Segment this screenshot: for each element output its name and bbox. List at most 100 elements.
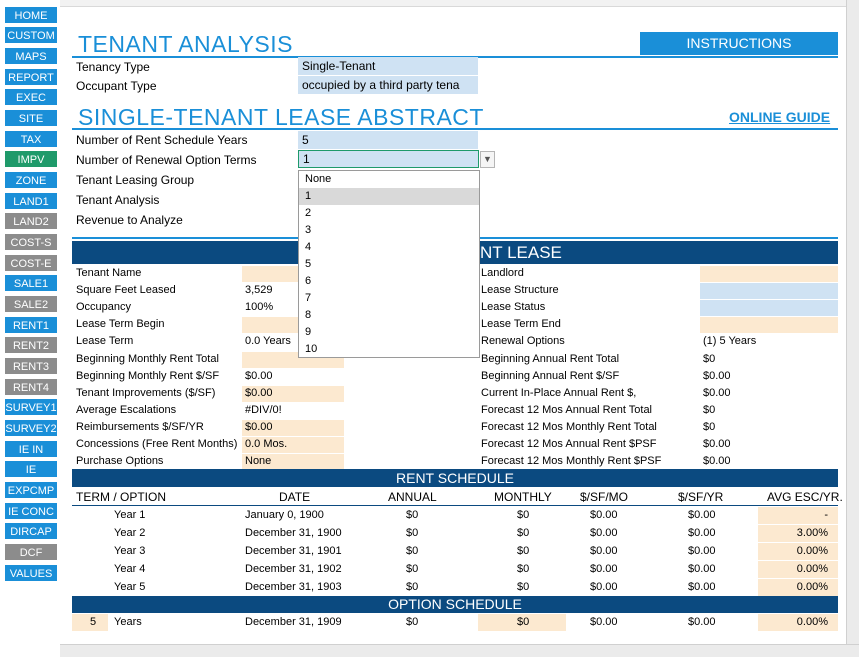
renewal-terms-select[interactable]: 1 — [298, 150, 479, 168]
field-label: Occupancy — [76, 301, 132, 314]
field-label: Lease Term End — [481, 318, 561, 331]
dropdown-option-8[interactable]: 8 — [299, 307, 479, 324]
field-label: Forecast 12 Mos Annual Rent $PSF — [481, 438, 657, 450]
input-cell-r2[interactable] — [700, 300, 838, 317]
input-cell-r0[interactable] — [700, 266, 838, 282]
nav-zone-button[interactable]: ZONE — [4, 171, 58, 189]
option-label: Years — [114, 616, 142, 628]
nav-tax-button[interactable]: TAX — [4, 130, 58, 148]
row-sf-mo: $0.00 — [590, 527, 618, 540]
field-value: $0.00 — [703, 438, 731, 450]
row-label: Year 3 — [114, 545, 146, 558]
field-label: Renewal Options — [481, 335, 565, 348]
nav-exec-button[interactable]: EXEC — [4, 88, 58, 106]
nav-land2-button[interactable]: LAND2 — [4, 212, 58, 230]
dropdown-option-1[interactable]: 1 — [299, 188, 479, 205]
nav-expcmp-button[interactable]: EXPCMP — [4, 481, 58, 499]
field-value: $0.00 — [245, 420, 273, 433]
revenue-label: Revenue to Analyze — [76, 213, 183, 227]
input-cell-r1[interactable] — [700, 283, 838, 300]
nav-sale1-button[interactable]: SALE1 — [4, 274, 58, 292]
row-date: December 31, 1900 — [245, 527, 342, 540]
nav-rent2-button[interactable]: RENT2 — [4, 336, 58, 354]
nav-home-button[interactable]: HOME — [4, 6, 58, 24]
row-date: December 31, 1903 — [245, 581, 342, 594]
option-annual: $0 — [406, 616, 419, 628]
dropdown-option-none[interactable]: None — [299, 171, 479, 188]
nav-survey1-button[interactable]: SURVEY1 — [4, 398, 58, 416]
chevron-down-icon[interactable]: ▼ — [480, 151, 495, 168]
rent-years-cell[interactable] — [298, 131, 478, 149]
field-label: Purchase Options — [76, 455, 164, 468]
column-header-strip — [60, 0, 859, 7]
row-sf-mo: $0.00 — [590, 581, 618, 594]
row-monthly: $0 — [517, 563, 530, 576]
nav-site-button[interactable]: SITE — [4, 109, 58, 127]
dropdown-option-9[interactable]: 9 — [299, 324, 479, 341]
nav-impv-button[interactable]: IMPV — [4, 150, 58, 168]
field-value: (1) 5 Years — [703, 335, 757, 348]
nav-report-button[interactable]: REPORT — [4, 68, 58, 86]
field-label: Reimbursements $/SF/YR — [76, 420, 204, 433]
row-sf-mo: $0.00 — [590, 509, 618, 521]
row-annual: $0 — [406, 563, 419, 576]
row-date: December 31, 1902 — [245, 563, 342, 576]
dropdown-option-10[interactable]: 10 — [299, 341, 479, 358]
row-monthly: $0 — [517, 581, 530, 594]
dropdown-option-4[interactable]: 4 — [299, 239, 479, 256]
row-label: Year 4 — [114, 563, 146, 576]
field-label: Tenant Improvements ($/SF) — [76, 386, 216, 399]
field-label: Lease Term Begin — [76, 318, 165, 331]
nav-ie-button[interactable]: IE — [4, 460, 58, 478]
rent-years-value: 5 — [302, 133, 309, 147]
field-label: Beginning Annual Rent Total — [481, 352, 620, 365]
dropdown-option-2[interactable]: 2 — [299, 205, 479, 222]
nav-sale2-button[interactable]: SALE2 — [4, 295, 58, 313]
dropdown-option-3[interactable]: 3 — [299, 222, 479, 239]
nav-survey2-button[interactable]: SURVEY2 — [4, 419, 58, 437]
column-header: TERM / OPTION — [76, 490, 166, 504]
field-value: $0.00 — [703, 455, 731, 468]
row-annual: $0 — [406, 581, 419, 594]
occupant-type-label: Occupant Type — [76, 79, 157, 93]
row-label: Year 2 — [114, 527, 146, 540]
dropdown-option-7[interactable]: 7 — [299, 290, 479, 307]
row-annual: $0 — [406, 509, 419, 521]
row-label: Year 1 — [114, 509, 146, 521]
row-label: Year 5 — [114, 581, 146, 594]
nav-rent1-button[interactable]: RENT1 — [4, 316, 58, 334]
table-row: Year 3 December 31, 1901 $0 $0 $0.00 $0.00 0.0… — [0, 543, 859, 560]
field-value: $0 — [703, 403, 716, 416]
field-label: Lease Status — [481, 301, 546, 314]
option-term: 5 — [90, 616, 97, 628]
row-annual: $0 — [406, 545, 419, 558]
occupant-type-value: occupied by a third party tena — [302, 78, 460, 92]
row-sf-mo: $0.00 — [590, 545, 618, 558]
lease-band-text: NT LEASE — [480, 243, 562, 262]
nav-custom-button[interactable]: CUSTOM — [4, 26, 58, 44]
horizontal-scrollbar[interactable] — [0, 644, 859, 657]
row-sf-yr: $0.00 — [688, 527, 716, 540]
instructions-button[interactable]: INSTRUCTIONS — [640, 32, 838, 55]
row-monthly: $0 — [517, 527, 530, 540]
nav-rent4-button[interactable]: RENT4 — [4, 378, 58, 396]
dropdown-option-6[interactable]: 6 — [299, 273, 479, 290]
nav-rent3-button[interactable]: RENT3 — [4, 357, 58, 375]
nav-land1-button[interactable]: LAND1 — [4, 192, 58, 210]
nav-maps-button[interactable]: MAPS — [4, 47, 58, 65]
abstract-rule — [72, 128, 838, 130]
row-sf-yr: $0.00 — [688, 581, 716, 594]
column-header: ANNUAL — [388, 490, 437, 504]
nav-cost-e-button[interactable]: COST-E — [4, 254, 58, 272]
dropdown-option-5[interactable]: 5 — [299, 256, 479, 273]
nav-cost-s-button[interactable]: COST-S — [4, 233, 58, 251]
field-value: 100% — [245, 301, 274, 314]
nav-ie-in-button[interactable]: IE IN — [4, 440, 58, 458]
row-esc: - — [824, 509, 828, 521]
tenant-analysis-title: TENANT ANALYSIS — [78, 31, 293, 57]
row-sf-yr: $0.00 — [688, 509, 716, 521]
field-value: 0.0 Years — [245, 335, 291, 348]
online-guide-link[interactable]: ONLINE GUIDE — [729, 109, 830, 125]
input-cell-r3[interactable] — [700, 317, 838, 334]
header-underline — [72, 505, 838, 506]
